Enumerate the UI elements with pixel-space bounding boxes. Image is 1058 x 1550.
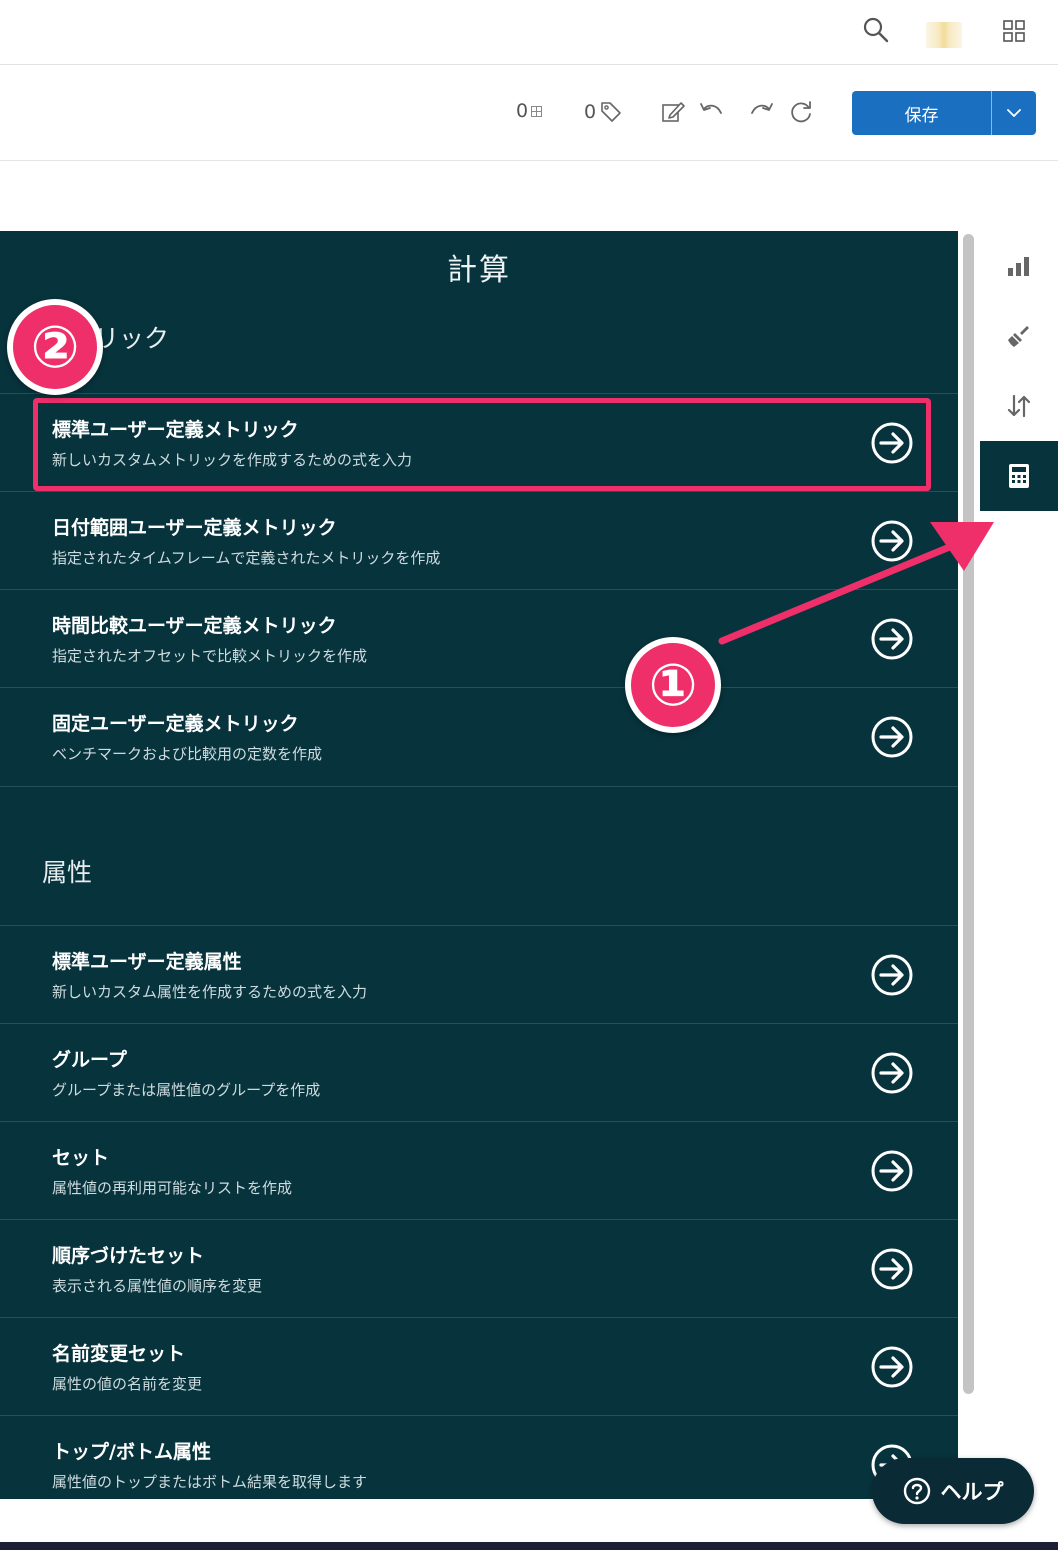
- question-circle-icon: [903, 1477, 930, 1505]
- calc-item-desc: 表示される属性値の順序を変更: [52, 1277, 263, 1295]
- tag-count[interactable]: 0: [584, 100, 623, 124]
- calc-item-desc: 指定されたオフセットで比較メトリックを作成: [52, 647, 368, 665]
- undo-icon[interactable]: [698, 99, 724, 125]
- bottom-strip: [0, 1542, 1058, 1550]
- section-heading-attributes: 属性: [42, 858, 93, 887]
- right-rail: [980, 231, 1058, 1499]
- arrow-right-circle-icon[interactable]: [870, 519, 914, 563]
- section-heading-metrics: リック: [94, 324, 170, 353]
- calc-item-desc: 属性値のトップまたはボトム結果を取得します: [52, 1473, 368, 1491]
- calc-item-standard-attribute[interactable]: 標準ユーザー定義属性 新しいカスタム属性を作成するための式を入力: [0, 925, 958, 1024]
- arrow-right-circle-icon[interactable]: [870, 617, 914, 661]
- calc-item-desc: ベンチマークおよび比較用の定数を作成: [52, 745, 323, 763]
- calc-item-rename-set[interactable]: 名前変更セット 属性の値の名前を変更: [0, 1317, 958, 1416]
- redo-icon[interactable]: [749, 99, 775, 125]
- calc-item-fixed-metric[interactable]: 固定ユーザー定義メトリック ベンチマークおよび比較用の定数を作成: [0, 687, 958, 787]
- calc-item-title: 日付範囲ユーザー定義メトリック: [52, 517, 337, 539]
- rail-button-calculation[interactable]: [980, 441, 1058, 511]
- calc-item-desc: 指定されたタイムフレームで定義されたメトリックを作成: [52, 549, 441, 567]
- save-button[interactable]: 保存: [852, 91, 992, 135]
- top-bar: [0, 0, 1058, 65]
- arrow-right-circle-icon[interactable]: [870, 1345, 914, 1389]
- bar-chart-icon: [1008, 257, 1029, 276]
- metric-count-value: 0: [516, 100, 529, 122]
- search-icon[interactable]: [862, 16, 890, 44]
- sort-icon: [1007, 394, 1031, 418]
- save-button-group: 保存: [852, 91, 1036, 135]
- avatar[interactable]: [926, 22, 962, 48]
- calc-item-desc: 属性の値の名前を変更: [52, 1375, 203, 1393]
- calc-item-title: トップ/ボトム属性: [52, 1441, 211, 1463]
- rail-button-visualization[interactable]: [980, 231, 1058, 301]
- calc-item-title: 固定ユーザー定義メトリック: [52, 713, 299, 735]
- arrow-right-circle-icon[interactable]: [870, 1149, 914, 1193]
- arrow-right-circle-icon[interactable]: [870, 953, 914, 997]
- panel-scrollbar-thumb[interactable]: [963, 234, 974, 1394]
- arrow-right-circle-icon[interactable]: [870, 1051, 914, 1095]
- arrow-right-circle-icon[interactable]: [870, 1247, 914, 1291]
- calc-item-title: 名前変更セット: [52, 1343, 186, 1365]
- tag-count-value: 0: [584, 101, 597, 123]
- refresh-icon[interactable]: [788, 99, 814, 125]
- chevron-down-icon: [1007, 109, 1021, 117]
- calc-item-ordered-set[interactable]: 順序づけたセット 表示される属性値の順序を変更: [0, 1219, 958, 1318]
- calc-item-desc: 新しいカスタム属性を作成するための式を入力: [52, 983, 368, 1001]
- brush-icon: [1008, 326, 1029, 347]
- rail-button-format[interactable]: [980, 301, 1058, 371]
- annotation-badge-2: ②: [7, 299, 103, 395]
- arrow-right-circle-icon[interactable]: [870, 715, 914, 759]
- metric-count[interactable]: 0: [516, 100, 543, 122]
- help-button[interactable]: ヘルプ: [872, 1458, 1034, 1524]
- highlight-box: [33, 398, 931, 491]
- save-dropdown-button[interactable]: [992, 91, 1036, 135]
- calc-item-title: 時間比較ユーザー定義メトリック: [52, 615, 337, 637]
- table-icon: [531, 105, 543, 117]
- calc-item-top-bottom-attribute[interactable]: トップ/ボトム属性 属性値のトップまたはボトム結果を取得します: [0, 1415, 958, 1499]
- calc-item-title: セット: [52, 1147, 110, 1169]
- calculator-icon: [1009, 464, 1029, 488]
- apps-grid-icon[interactable]: [1003, 20, 1025, 42]
- tag-icon: [601, 102, 621, 122]
- calc-item-date-range-metric[interactable]: 日付範囲ユーザー定義メトリック 指定されたタイムフレームで定義されたメトリックを…: [0, 491, 958, 590]
- rail-button-sort[interactable]: [980, 371, 1058, 441]
- calc-item-set[interactable]: セット 属性値の再利用可能なリストを作成: [0, 1121, 958, 1220]
- help-label: ヘルプ: [940, 1480, 1004, 1504]
- calc-item-time-comparison-metric[interactable]: 時間比較ユーザー定義メトリック 指定されたオフセットで比較メトリックを作成: [0, 589, 958, 688]
- panel-title: 計算: [447, 253, 511, 288]
- annotation-badge-1: ①: [625, 637, 721, 733]
- calc-item-desc: グループまたは属性値のグループを作成: [52, 1081, 321, 1099]
- calc-item-title: 順序づけたセット: [52, 1245, 205, 1267]
- calc-item-group[interactable]: グループ グループまたは属性値のグループを作成: [0, 1023, 958, 1122]
- toolbar: 0 0 保存: [0, 65, 1058, 161]
- calc-item-title: 標準ユーザー定義属性: [52, 951, 242, 973]
- calc-item-title: グループ: [52, 1049, 127, 1071]
- calc-item-desc: 属性値の再利用可能なリストを作成: [52, 1179, 293, 1197]
- edit-icon[interactable]: [660, 99, 686, 125]
